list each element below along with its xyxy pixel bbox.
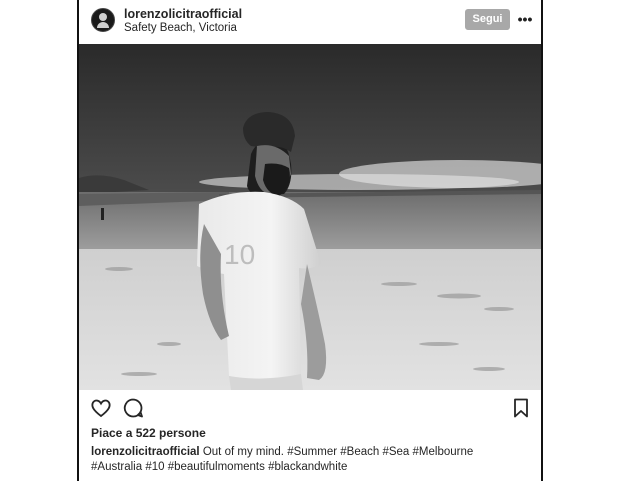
instagram-post-card: lorenzolicitraofficial Safety Beach, Vic… [77,0,543,481]
shirt-number-text: 10 [224,239,255,270]
caption-hashtags-line2[interactable]: #Australia #10 #beautifulmoments #blacka… [91,461,347,473]
post-actions-bar [79,396,541,422]
post-location[interactable]: Safety Beach, Victoria [124,22,237,34]
caption-hashtags-line1[interactable]: #Summer #Beach #Sea #Melbourne [287,446,473,458]
post-header: lorenzolicitraofficial Safety Beach, Vic… [79,0,541,44]
more-options-icon[interactable]: ••• [517,9,533,30]
caption-text: Out of my mind. [202,446,285,458]
bookmark-icon[interactable] [509,396,533,420]
post-photo[interactable]: 10 [79,44,541,390]
avatar[interactable] [91,8,115,32]
post-caption: lorenzolicitraofficial Out of my mind. #… [91,445,531,475]
caption-username[interactable]: lorenzolicitraofficial [91,446,200,458]
comment-icon[interactable] [121,396,145,420]
likes-count[interactable]: Piace a 522 persone [91,426,206,440]
beach-photo-image: 10 [79,44,541,390]
heart-icon[interactable] [89,396,113,420]
follow-button[interactable]: Segui [465,9,510,30]
post-username[interactable]: lorenzolicitraofficial [124,7,242,21]
